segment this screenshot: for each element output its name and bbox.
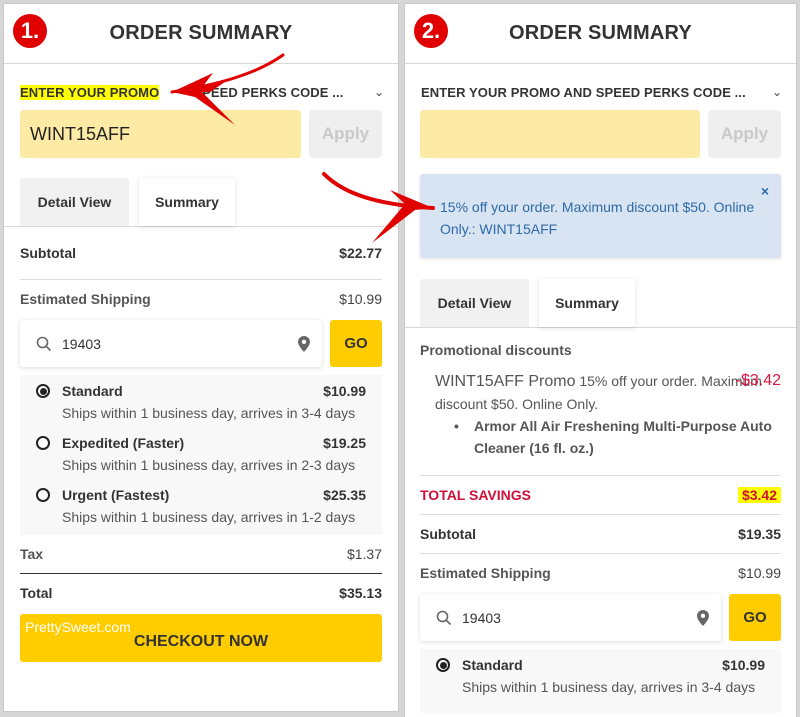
promo-label: ENTER YOUR PROMO SPEED PERKS CODE ... <box>20 84 344 100</box>
apply-button[interactable]: Apply <box>309 110 382 158</box>
option-price: $10.99 <box>722 657 765 673</box>
page-title: ORDER SUMMARY <box>509 22 692 44</box>
zip-code-input[interactable]: 19403 <box>20 320 322 367</box>
tax-row: Tax $1.37 <box>20 535 382 573</box>
page-title: ORDER SUMMARY <box>109 22 293 44</box>
shipping-option-urgent[interactable]: Urgent (Fastest) $25.35 Ships within 1 bu… <box>36 487 366 525</box>
location-pin-icon[interactable] <box>298 335 310 352</box>
subtotal-label: Subtotal <box>20 245 76 261</box>
tab-summary[interactable]: Summary <box>139 178 235 226</box>
shipping-row: Estimated Shipping $10.99 <box>20 280 382 318</box>
total-label: Total <box>20 585 53 601</box>
shipping-value: $10.99 <box>738 565 781 581</box>
savings-value: $3.42 <box>737 487 781 503</box>
shipping-option-expedited[interactable]: Expedited (Faster) $19.25 Ships within 1 … <box>36 435 366 473</box>
promo-code-input[interactable]: WINT15AFF <box>20 110 301 158</box>
radio-unselected[interactable] <box>36 488 50 502</box>
subtotal-row: Subtotal $22.77 <box>20 227 382 279</box>
subtotal-value: $19.35 <box>738 526 781 542</box>
promo-code: WINT15AFF Promo <box>435 373 576 390</box>
promo-label-highlight: ENTER YOUR PROMO <box>20 84 160 100</box>
promo-label: ENTER YOUR PROMO AND SPEED PERKS CODE ..… <box>421 84 746 100</box>
shipping-options: Standard $10.99 Ships within 1 business d… <box>20 375 382 535</box>
panel-header: 1. ORDER SUMMARY <box>4 4 398 64</box>
promo-code-input[interactable] <box>420 110 700 158</box>
shipping-option-standard[interactable]: Standard $10.99 Ships within 1 business d… <box>436 657 765 695</box>
checkout-button[interactable]: PrettySweet.com CHECKOUT NOW <box>20 614 382 662</box>
option-desc: Ships within 1 business day, arrives in … <box>62 405 356 421</box>
tab-detail-view[interactable]: Detail View <box>20 178 129 226</box>
view-tabs: Detail View Summary <box>405 279 796 328</box>
subtotal-row: Subtotal $19.35 <box>420 515 781 553</box>
promo-amount: -$3.42 <box>735 372 781 389</box>
promo-product: Armor All Air Freshening Multi-Purpose A… <box>454 415 781 459</box>
shipping-options: Standard $10.99 Ships within 1 business d… <box>420 649 781 713</box>
total-savings-row: TOTAL SAVINGS $3.42 <box>420 476 781 514</box>
tax-label: Tax <box>20 546 44 562</box>
promo-code-toggle[interactable]: ENTER YOUR PROMO AND SPEED PERKS CODE ..… <box>405 82 796 102</box>
close-icon[interactable]: × <box>761 180 769 202</box>
radio-unselected[interactable] <box>36 436 50 450</box>
tab-detail-view[interactable]: Detail View <box>420 279 529 327</box>
step-badge: 2. <box>414 14 448 48</box>
tab-summary[interactable]: Summary <box>539 279 635 327</box>
total-value: $35.13 <box>339 585 382 601</box>
option-price: $10.99 <box>323 383 366 399</box>
option-desc: Ships within 1 business day, arrives in … <box>462 679 756 695</box>
option-desc: Ships within 1 business day, arrives in … <box>62 457 356 473</box>
shipping-label: Estimated Shipping <box>20 291 151 307</box>
watermark: PrettySweet.com <box>25 619 131 635</box>
location-pin-icon[interactable] <box>697 609 709 626</box>
panel-header: 2. ORDER SUMMARY <box>405 4 796 64</box>
option-desc: Ships within 1 business day, arrives in … <box>62 509 356 525</box>
promo-applied-notice: × 15% off your order. Maximum discount $… <box>420 174 781 258</box>
radio-selected[interactable] <box>436 658 450 672</box>
order-summary-panel-before: 1. ORDER SUMMARY ENTER YOUR PROMO SPEED P… <box>3 3 399 712</box>
shipping-value: $10.99 <box>339 291 382 307</box>
checkout-label: CHECKOUT NOW <box>133 633 269 650</box>
option-price: $25.35 <box>323 487 366 503</box>
zip-code-value: 19403 <box>462 609 501 626</box>
go-button[interactable]: GO <box>729 594 781 641</box>
option-name: Expedited (Faster) <box>62 435 185 451</box>
option-name: Standard <box>462 657 523 673</box>
apply-button[interactable]: Apply <box>708 110 781 158</box>
subtotal-label: Subtotal <box>420 526 476 542</box>
chevron-down-icon[interactable]: ⌄ <box>772 85 782 99</box>
promo-code-toggle[interactable]: ENTER YOUR PROMO SPEED PERKS CODE ... ⌄ <box>4 82 398 102</box>
option-name: Standard <box>62 383 123 399</box>
promo-label-rest: SPEED PERKS CODE ... <box>193 84 344 100</box>
view-tabs: Detail View Summary <box>4 178 398 227</box>
search-icon <box>36 336 52 351</box>
zip-code-value: 19403 <box>62 335 101 352</box>
zip-code-input[interactable]: 19403 <box>420 594 721 641</box>
promo-discount-item: -$3.42 WINT15AFF Promo 15% off your orde… <box>420 370 781 459</box>
total-row: Total $35.13 <box>20 574 382 612</box>
chevron-down-icon[interactable]: ⌄ <box>374 85 384 99</box>
order-summary-panel-after: 2. ORDER SUMMARY ENTER YOUR PROMO AND SP… <box>404 3 797 717</box>
shipping-option-standard[interactable]: Standard $10.99 Ships within 1 business d… <box>36 383 366 421</box>
shipping-row: Estimated Shipping $10.99 <box>420 554 781 592</box>
go-button[interactable]: GO <box>330 320 382 367</box>
shipping-label: Estimated Shipping <box>420 565 551 581</box>
radio-selected[interactable] <box>36 384 50 398</box>
option-name: Urgent (Fastest) <box>62 487 170 503</box>
tax-value: $1.37 <box>346 546 382 562</box>
notice-text: 15% off your order. Maximum discount $50… <box>440 199 755 237</box>
subtotal-value: $22.77 <box>339 245 382 261</box>
step-badge: 1. <box>13 14 47 48</box>
search-icon <box>436 610 452 625</box>
savings-label: TOTAL SAVINGS <box>420 487 531 503</box>
option-price: $19.25 <box>323 435 366 451</box>
promo-section-title: Promotional discounts <box>420 342 572 358</box>
